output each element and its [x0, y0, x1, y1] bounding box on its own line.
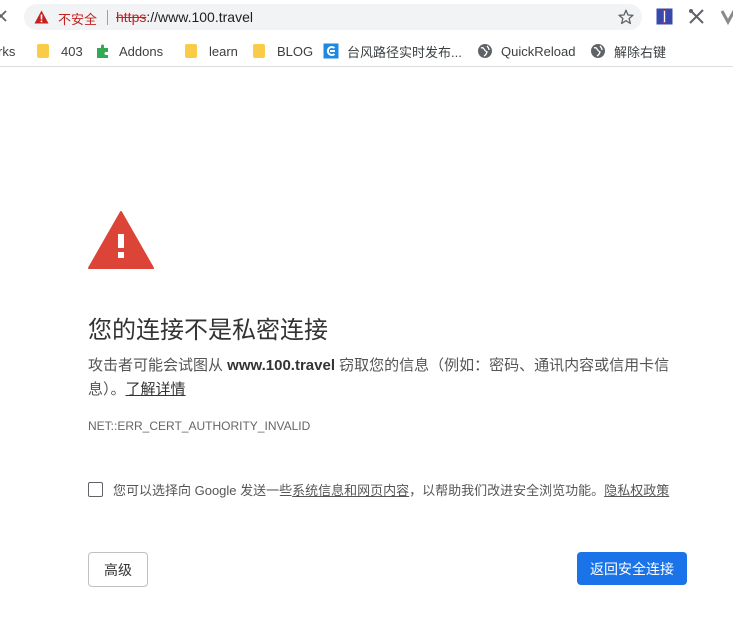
extension-book-icon[interactable]	[656, 8, 673, 25]
url-text[interactable]: https://www.100.travel	[116, 9, 253, 25]
bookmark-label: Addons	[119, 43, 164, 59]
omnibox-row: 不安全 https://www.100.travel	[0, 0, 733, 36]
desc-prefix: 攻击者可能会试图从	[88, 357, 228, 374]
url-host: ://www.100.travel	[146, 9, 253, 25]
bookmark-item-addons[interactable]: Addons	[95, 41, 163, 61]
extension-v-icon[interactable]	[720, 8, 733, 25]
desc-host: www.100.travel	[227, 357, 336, 374]
folder-icon	[185, 44, 197, 58]
optin-checkbox[interactable]	[88, 482, 103, 497]
address-bar[interactable]: 不安全 https://www.100.travel	[24, 4, 642, 30]
bookmark-label: 台风路径实时发布...	[347, 44, 462, 60]
bookmark-star-icon[interactable]	[618, 9, 634, 25]
optin-prefix: 您可以选择向 Google 发送一些	[113, 483, 293, 498]
globe-icon	[591, 44, 605, 58]
bookmark-item-learn[interactable]: learn	[183, 41, 238, 61]
error-code: NET::ERR_CERT_AUTHORITY_INVALID	[88, 419, 311, 433]
bookmark-label: BLOG	[277, 43, 314, 59]
globe-icon	[478, 44, 492, 58]
bookmark-label: QuickReload	[501, 43, 576, 59]
warning-description: 攻击者可能会试图从 www.100.travel 窃取您的信息（例如：密码、通讯…	[88, 354, 678, 402]
puzzle-icon	[97, 44, 108, 58]
bookmark-item-unlock-rightclick[interactable]: 解除右键	[590, 41, 666, 61]
omnibox-divider	[107, 10, 108, 25]
optin-suffix: ，以帮助我们改进安全浏览功能。	[409, 483, 605, 498]
advanced-button[interactable]: 高级	[88, 552, 148, 587]
extension-tools-icon[interactable]	[688, 8, 705, 25]
not-secure-label[interactable]: 不安全	[58, 9, 97, 28]
danger-warning-icon	[88, 211, 154, 269]
bookmark-item-quickreload[interactable]: QuickReload	[477, 41, 575, 61]
back-to-safety-button[interactable]: 返回安全连接	[577, 552, 687, 585]
bookmark-label: 403	[61, 43, 83, 59]
learn-more-link[interactable]: 了解详情	[126, 381, 186, 398]
bookmark-label: rks	[0, 43, 16, 59]
bookmark-item-typhoon[interactable]: 台风路径实时发布...	[323, 41, 462, 61]
folder-icon	[253, 44, 265, 58]
close-icon[interactable]	[0, 6, 10, 28]
privacy-policy-link[interactable]: 隐私权政策	[604, 480, 669, 499]
bookmark-label: 解除右键	[614, 44, 667, 60]
typhoon-site-icon	[323, 43, 339, 59]
system-info-link[interactable]: 系统信息和网页内容	[292, 480, 409, 499]
folder-icon	[37, 44, 49, 58]
page-title: 您的连接不是私密连接	[88, 317, 328, 344]
warning-triangle-icon[interactable]	[34, 10, 49, 24]
bookmark-label: learn	[209, 43, 238, 59]
bookmarks-bar: rks 403 Addons learn BLOG 台风路径实时发布... Qu…	[0, 36, 733, 67]
url-scheme: https	[116, 9, 147, 25]
bookmark-item-403[interactable]: 403	[35, 41, 83, 61]
bookmark-item-blog[interactable]: BLOG	[251, 41, 313, 61]
safe-browsing-optin: 您可以选择向 Google 发送一些 系统信息和网页内容 ，以帮助我们改进安全浏览功…	[88, 480, 669, 499]
bookmark-item-bookmarks[interactable]: rks	[0, 41, 15, 61]
